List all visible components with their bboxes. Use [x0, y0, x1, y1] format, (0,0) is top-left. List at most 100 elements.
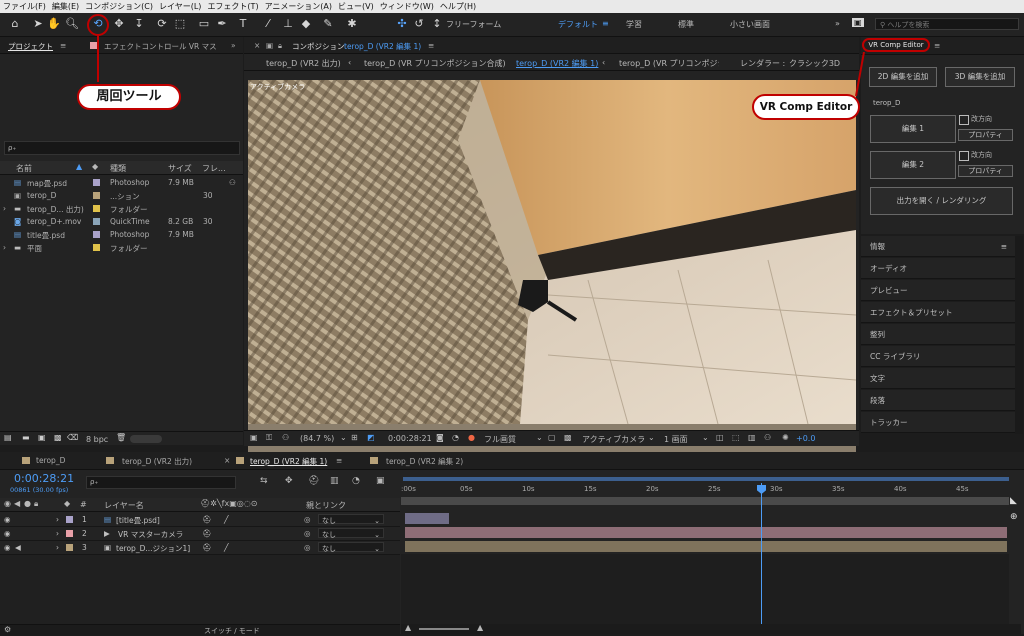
frame-blending-icon[interactable]: ▥: [330, 476, 339, 486]
zoom-tool-icon[interactable]: 🔍︎: [65, 17, 79, 31]
chevron-down-icon[interactable]: ⌄: [340, 433, 347, 442]
workspace-menu-icon[interactable]: ≡: [602, 19, 609, 28]
brush-tool-icon[interactable]: ⁄: [261, 17, 275, 31]
panel-cc-libraries[interactable]: CC ライブラリ: [861, 346, 1015, 367]
expand-arrow-icon[interactable]: ›: [56, 515, 59, 524]
show-snapshot-icon[interactable]: ◔: [452, 433, 459, 442]
panel-menu-icon[interactable]: ≡: [336, 456, 342, 465]
shy-layers-icon[interactable]: ⛑: [308, 476, 319, 486]
lock-icon[interactable]: 🔒︎: [278, 41, 282, 51]
fast-preview-icon[interactable]: ⬚: [732, 433, 740, 442]
pixel-aspect-icon[interactable]: ◫: [716, 433, 724, 442]
workspace-small-screen[interactable]: 小さい画面: [730, 19, 770, 30]
visibility-eye-icon[interactable]: ◉: [4, 515, 11, 524]
home-icon[interactable]: ⌂: [8, 17, 22, 31]
comp-mini-flowchart-icon[interactable]: ⇆: [260, 476, 268, 486]
label-color-swatch[interactable]: [93, 179, 100, 186]
timeline-zoom-slider[interactable]: [419, 628, 469, 630]
menu-effect[interactable]: エフェクト(T): [204, 1, 261, 12]
workspace-learn[interactable]: 学習: [626, 19, 642, 30]
current-time[interactable]: 0:00:28:21: [388, 434, 432, 443]
add-2d-edit-button[interactable]: 2D 編集を追加: [869, 67, 937, 87]
type-tool-icon[interactable]: T: [236, 17, 250, 31]
workspace-default[interactable]: デフォルト: [558, 19, 598, 30]
layer-name[interactable]: [title畳.psd]: [116, 515, 160, 526]
right-panel-scrollbar[interactable]: [1015, 236, 1023, 434]
layer-name-column[interactable]: レイヤー名: [104, 500, 144, 511]
comp-end-marker-icon[interactable]: ◣: [1010, 496, 1020, 506]
roto-brush-tool-icon[interactable]: ✎: [321, 17, 335, 31]
expand-arrow-icon[interactable]: ›: [3, 243, 6, 252]
thumbnail-zoom-slider[interactable]: [130, 435, 162, 443]
comp-duration-bar[interactable]: [401, 497, 1009, 505]
delete-icon[interactable]: ⌫: [67, 433, 78, 442]
eraser-tool-icon[interactable]: ◆: [299, 17, 313, 31]
panel-audio[interactable]: オーディオ: [861, 258, 1015, 279]
visibility-eye-icon[interactable]: ◉: [4, 543, 11, 552]
project-item[interactable]: ◙ terop_D+.mov QuickTime 8.2 GB 30: [0, 215, 242, 228]
panel-paragraph[interactable]: 段落: [861, 390, 1015, 411]
expand-arrow-icon[interactable]: ›: [56, 543, 59, 552]
close-tab-icon[interactable]: ×: [254, 41, 260, 50]
menu-edit[interactable]: 編集(E): [49, 1, 82, 12]
panel-menu-icon[interactable]: ≡: [934, 41, 940, 50]
tab-effect-controls[interactable]: エフェクトコントロール VR マスラ: [104, 41, 216, 52]
chevron-down-icon[interactable]: ⌄: [702, 433, 709, 442]
snapshot-icon[interactable]: ◙: [436, 433, 444, 442]
pen-tool-icon[interactable]: ✒: [215, 17, 229, 31]
pick-whip-icon[interactable]: ◎: [304, 543, 311, 552]
work-area-range[interactable]: [403, 477, 1009, 481]
panel-menu-icon[interactable]: ≡: [428, 41, 434, 50]
expand-arrow-icon[interactable]: ›: [56, 529, 59, 538]
comp-nav-item[interactable]: terop_D (VR プリコンポジション合成): [364, 58, 506, 69]
vr-panel-tab[interactable]: VR Comp Editor: [862, 38, 930, 52]
menu-help[interactable]: ヘルプ(H): [437, 1, 479, 12]
pick-whip-icon[interactable]: ◎: [304, 515, 311, 524]
pan-camera-tool-icon[interactable]: ✥: [112, 17, 126, 31]
quality-switch-icon[interactable]: ╱: [224, 543, 229, 552]
label-color-swatch[interactable]: [93, 192, 100, 199]
zoom-dropdown[interactable]: (84.7 %): [300, 434, 334, 443]
comp-tab-label[interactable]: コンポジション: [292, 41, 345, 52]
selection-tool-icon[interactable]: ➤: [31, 17, 45, 31]
visibility-eye-icon[interactable]: ◉: [4, 529, 11, 538]
transparency-icon[interactable]: ▩: [564, 433, 572, 442]
search-panel-icon[interactable]: ▣: [852, 18, 864, 27]
parent-dropdown[interactable]: なし ⌄: [318, 542, 384, 553]
col-size[interactable]: サイズ: [168, 163, 192, 174]
playhead-line[interactable]: [761, 483, 762, 624]
draft-3d-icon[interactable]: ✥: [285, 476, 293, 486]
label-color-swatch[interactable]: [93, 231, 100, 238]
menu-file[interactable]: ファイル(F): [0, 1, 49, 12]
nav-time-icon[interactable]: ⊕: [1010, 512, 1022, 524]
always-preview-icon[interactable]: ▣: [250, 433, 258, 442]
comp-nav-item[interactable]: terop_D (VR プリコンポジショ1: [619, 58, 719, 69]
solo-switch-icon[interactable]: ●: [24, 499, 31, 508]
timeline-tab[interactable]: terop_D (VR2 出力): [122, 456, 192, 467]
layer-bar[interactable]: [405, 527, 1007, 538]
anchor-tool-icon[interactable]: ⬚: [173, 17, 187, 31]
timeline-search-input[interactable]: ρ₊: [86, 476, 236, 489]
add-3d-edit-button[interactable]: 3D 編集を追加: [945, 67, 1015, 87]
region-icon[interactable]: ▢: [548, 433, 556, 442]
layer-row[interactable]: ◉ ◀ › 3 ▣ terop_D...ジション1] ⛑ ╱ ◎ なし ⌄: [0, 541, 400, 555]
panel-menu-icon[interactable]: ≡: [1001, 236, 1007, 257]
camera-view-dropdown[interactable]: アクティブカメラ: [582, 434, 645, 445]
audio-speaker-icon[interactable]: ◀: [15, 543, 21, 552]
shy-switch-icon[interactable]: ⛑: [202, 515, 212, 524]
quality-switch-icon[interactable]: ╱: [224, 515, 229, 524]
view-axis-icon[interactable]: ↕: [430, 17, 444, 31]
hand-tool-icon[interactable]: ✋: [47, 17, 61, 31]
parent-dropdown[interactable]: なし ⌄: [318, 514, 384, 525]
project-item[interactable]: › ▬ 平面 フォルダー: [0, 241, 242, 254]
chevron-down-icon[interactable]: ⌄: [536, 433, 543, 442]
comp-tab-name[interactable]: terop_D (VR2 編集 1): [344, 41, 421, 52]
label-color-swatch[interactable]: [93, 205, 100, 212]
menu-window[interactable]: ウィンドウ(W): [377, 1, 437, 12]
parent-link-column[interactable]: 親とリンク: [306, 500, 346, 511]
panel-character[interactable]: 文字: [861, 368, 1015, 389]
interpret-footage-icon[interactable]: ▤: [4, 433, 12, 442]
panel-info[interactable]: 情報 ≡: [861, 236, 1015, 257]
clone-stamp-tool-icon[interactable]: ⊥: [281, 17, 295, 31]
expand-arrow-icon[interactable]: ›: [3, 204, 6, 213]
